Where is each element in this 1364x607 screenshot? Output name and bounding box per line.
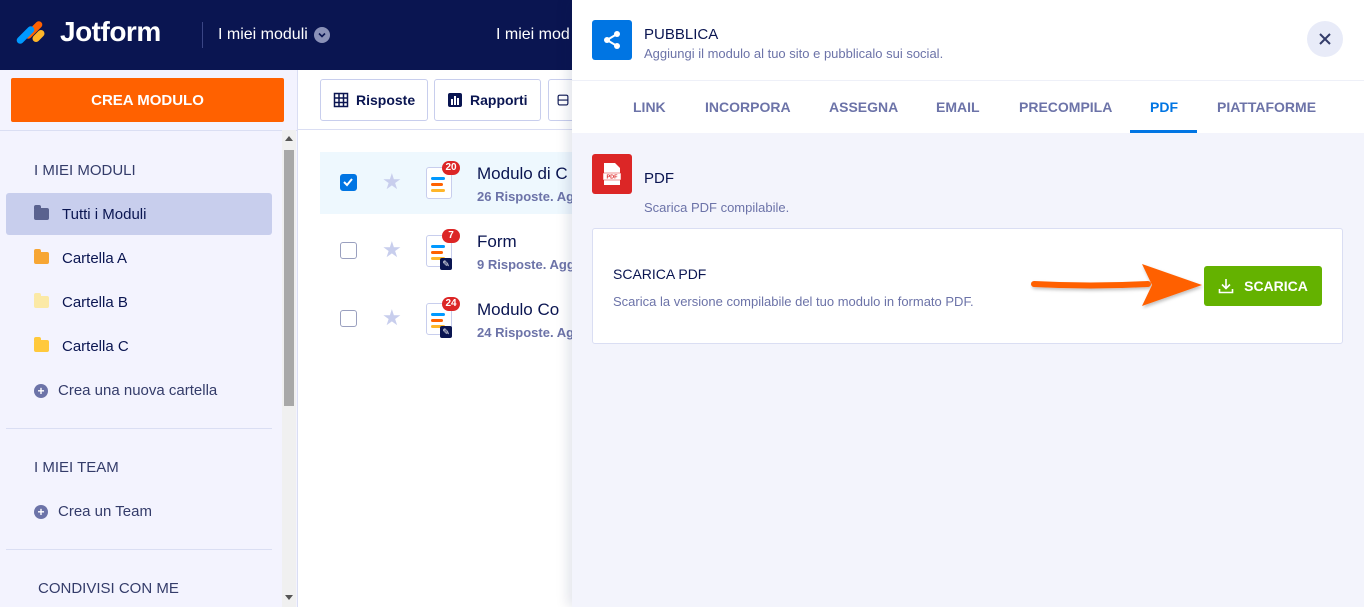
- form-checkbox[interactable]: [340, 310, 357, 327]
- sidebar-item-label: Cartella A: [62, 249, 128, 267]
- form-subtitle: 24 Risposte. Ag: [477, 325, 575, 340]
- create-form-button[interactable]: CREA MODULO: [11, 78, 284, 122]
- tab-assign[interactable]: ASSEGNA: [829, 99, 898, 115]
- publish-panel-header: PUBBLICA Aggiungi il modulo al tuo sito …: [572, 0, 1364, 80]
- folder-icon: [34, 337, 49, 352]
- form-subtitle: 9 Risposte. Agg: [477, 257, 575, 272]
- share-icon: [592, 20, 632, 60]
- pencil-icon: ✎: [440, 258, 452, 270]
- folder-icon: [34, 293, 49, 308]
- plus-circle-icon: +: [34, 383, 48, 398]
- star-icon[interactable]: ★: [382, 169, 402, 195]
- download-pdf-description: Scarica la versione compilabile del tuo …: [613, 294, 974, 309]
- scroll-up-arrow-icon[interactable]: [285, 136, 293, 141]
- form-checkbox[interactable]: [340, 174, 357, 191]
- create-folder-label: Crea una nuova cartella: [58, 382, 218, 399]
- form-row[interactable]: ★ 20 Modulo di C 26 Risposte. Ag: [320, 152, 575, 214]
- sidebar-item-folder-a[interactable]: Cartella A: [6, 237, 272, 279]
- sidebar-item-label: Tutti i Moduli: [62, 205, 147, 223]
- download-pdf-title: SCARICA PDF: [613, 266, 707, 282]
- sidebar-item-folder-c[interactable]: Cartella C: [6, 325, 272, 367]
- form-title[interactable]: Modulo di C: [477, 164, 568, 184]
- create-team-label: Crea un Team: [58, 503, 152, 520]
- close-icon: [1319, 33, 1331, 45]
- active-tab-indicator: [1130, 130, 1197, 133]
- pdf-icon-label: PDF: [607, 175, 619, 181]
- download-label: SCARICA: [1244, 278, 1308, 294]
- responses-label: Risposte: [356, 92, 416, 108]
- sidebar-divider: [6, 428, 272, 429]
- reports-label: Rapporti: [470, 92, 528, 108]
- new-responses-badge: 20: [442, 161, 460, 175]
- pencil-icon: ✎: [440, 326, 452, 338]
- responses-button[interactable]: Risposte: [320, 79, 429, 121]
- tab-embed[interactable]: INCORPORA: [705, 99, 791, 115]
- chevron-down-icon: [313, 27, 330, 43]
- sidebar: CREA MODULO I MIEI MODULI Tutti i Moduli…: [0, 70, 298, 607]
- my-forms-heading: I MIEI MODULI: [34, 162, 136, 179]
- reports-button[interactable]: Rapporti: [434, 79, 541, 121]
- forms-toolbar: Risposte Rapporti: [298, 70, 578, 130]
- form-row[interactable]: ★ 7 ✎ Form 9 Risposte. Agg: [320, 220, 575, 282]
- sidebar-item-all-forms[interactable]: Tutti i Moduli: [6, 193, 272, 235]
- publish-panel: PUBBLICA Aggiungi il modulo al tuo sito …: [572, 0, 1364, 607]
- sidebar-item-label: Cartella C: [62, 337, 129, 355]
- tab-link[interactable]: LINK: [633, 99, 666, 115]
- form-title[interactable]: Form: [477, 232, 517, 252]
- jotform-logo-icon: [15, 16, 48, 48]
- bar-chart-icon: [448, 93, 462, 107]
- close-button[interactable]: [1307, 21, 1343, 57]
- new-responses-badge: 24: [442, 297, 460, 311]
- pdf-section-subtitle: Scarica PDF compilabile.: [644, 200, 790, 215]
- new-responses-badge: 7: [442, 229, 460, 243]
- publish-subtitle: Aggiungi il modulo al tuo sito e pubblic…: [644, 46, 944, 61]
- tab-prefill[interactable]: PRECOMPILA: [1019, 99, 1112, 115]
- shared-with-me-heading[interactable]: CONDIVISI CON ME: [38, 580, 179, 597]
- layout-icon: [557, 94, 569, 106]
- my-teams-heading: I MIEI TEAM: [34, 459, 119, 476]
- pdf-file-icon: PDF: [592, 154, 632, 194]
- form-row[interactable]: ★ 24 ✎ Modulo Co 24 Risposte. Ag: [320, 288, 575, 350]
- form-subtitle: 26 Risposte. Ag: [477, 189, 575, 204]
- publish-title: PUBBLICA: [644, 26, 719, 43]
- publish-tabs: LINK INCORPORA ASSEGNA EMAIL PRECOMPILA …: [572, 80, 1364, 133]
- tab-email[interactable]: EMAIL: [936, 99, 980, 115]
- header-secondary-title[interactable]: I miei mod: [496, 26, 570, 44]
- sidebar-item-folder-b[interactable]: Cartella B: [6, 281, 272, 323]
- scrollbar-thumb[interactable]: [284, 150, 294, 406]
- logo-text: Jotform: [60, 16, 161, 47]
- form-checkbox[interactable]: [340, 242, 357, 259]
- download-button[interactable]: SCARICA: [1204, 266, 1322, 306]
- sidebar-item-label: Cartella B: [62, 293, 128, 311]
- tab-pdf[interactable]: PDF: [1150, 99, 1178, 115]
- create-folder-link[interactable]: + Crea una nuova cartella: [34, 382, 217, 399]
- pdf-section-title: PDF: [644, 170, 674, 187]
- sidebar-divider: [0, 130, 298, 131]
- download-pdf-card: SCARICA PDF Scarica la versione compilab…: [592, 228, 1343, 344]
- folder-icon: [34, 249, 49, 264]
- form-title[interactable]: Modulo Co: [477, 300, 559, 320]
- workspace-title: I miei moduli: [218, 26, 308, 43]
- jotform-logo[interactable]: Jotform: [15, 16, 161, 48]
- check-icon: [343, 178, 353, 187]
- sidebar-scrollbar[interactable]: [282, 130, 296, 607]
- tab-platforms[interactable]: PIATTAFORME: [1217, 99, 1316, 115]
- star-icon[interactable]: ★: [382, 237, 402, 263]
- star-icon[interactable]: ★: [382, 305, 402, 331]
- create-team-link[interactable]: + Crea un Team: [34, 503, 152, 520]
- forms-list-area: Risposte Rapporti ★ 20 Modulo di C 26 Ri…: [298, 70, 578, 607]
- workspace-dropdown[interactable]: I miei moduli: [218, 26, 330, 44]
- arrow-annotation-icon: [1031, 264, 1202, 306]
- download-icon: [1218, 279, 1234, 294]
- folder-icon: [34, 205, 49, 220]
- table-icon: [333, 92, 349, 108]
- scroll-down-arrow-icon[interactable]: [285, 595, 293, 600]
- header-divider: [202, 22, 203, 48]
- sidebar-divider: [6, 549, 272, 550]
- plus-circle-icon: +: [34, 504, 48, 519]
